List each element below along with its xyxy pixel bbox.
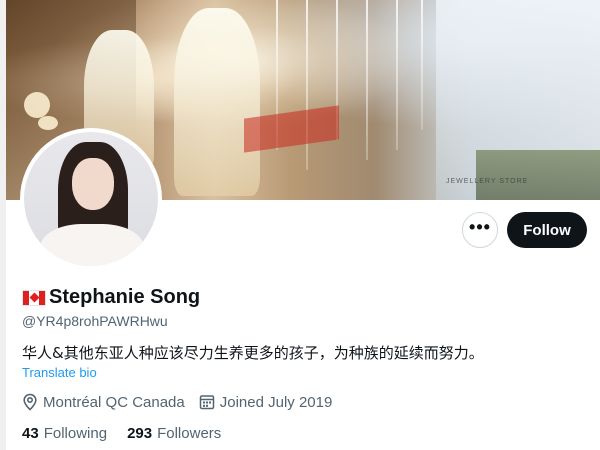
street-trees (476, 150, 600, 200)
lamp-glow (24, 92, 50, 118)
translate-bio-link[interactable]: Translate bio (22, 365, 97, 380)
profile-meta: Montréal QC Canada Joined July 2019 (22, 393, 346, 411)
joined-text: Joined July 2019 (219, 393, 333, 411)
crystal-strand (306, 0, 308, 170)
profile-bio: 华人&其他东亚人种应该尽力生养更多的孩子，为种族的延续而努力。 (22, 344, 484, 362)
location-item: Montréal QC Canada (22, 393, 185, 411)
canada-flag-icon (22, 289, 46, 306)
follow-button[interactable]: Follow (507, 212, 587, 248)
ellipsis-icon: ••• (469, 217, 491, 237)
lamp-glow (38, 116, 58, 130)
followers-count: 293 (127, 425, 153, 442)
chandelier (174, 8, 260, 196)
location-text: Montréal QC Canada (43, 393, 185, 411)
followers-label: Followers (157, 425, 222, 442)
following-link[interactable]: 43 Following (22, 425, 107, 442)
location-pin-icon (23, 393, 37, 411)
following-label: Following (43, 425, 108, 442)
joined-item: Joined July 2019 (199, 393, 333, 411)
profile-handle: @YR4p8rohPAWRHwu (22, 313, 168, 329)
profile-stats: 43 Following 293 Followers (22, 425, 241, 442)
profile-name: Stephanie Song (49, 286, 201, 308)
crystal-strand (366, 0, 368, 160)
avatar-shirt (40, 224, 144, 266)
following-count: 43 (22, 425, 39, 442)
avatar-photo (24, 132, 158, 266)
crystal-strand (396, 0, 398, 150)
profile-name-row: Stephanie Song (22, 286, 200, 309)
crystal-strand (421, 0, 423, 130)
calendar-icon (199, 395, 214, 410)
avatar-face (72, 158, 114, 210)
store-text: JEWELLERY STORE (446, 178, 529, 185)
avatar[interactable] (20, 128, 162, 270)
more-options-button[interactable]: ••• (462, 212, 498, 248)
followers-link[interactable]: 293 Followers (127, 425, 221, 442)
